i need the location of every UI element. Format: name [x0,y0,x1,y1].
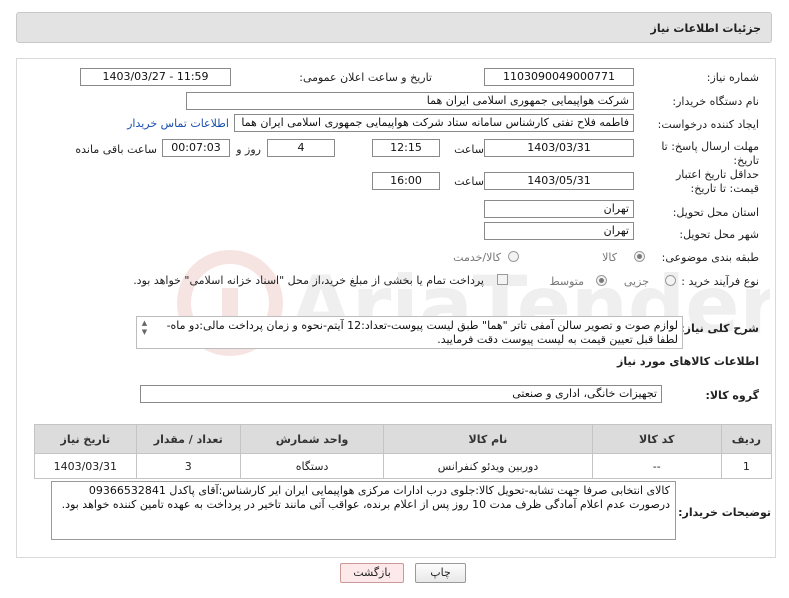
city-label: شهر محل تحویل: [679,228,759,241]
cell-need-date: 1403/03/31 [34,453,137,479]
category-label: طبقه بندی موضوعی: [661,251,759,264]
deadline-days-field: 4 [267,139,335,157]
remaining-time-field: 00:07:03 [162,139,230,157]
buyer-notes-text: کالای انتخابی صرفا جهت تشابه-تحویل کالا:… [61,484,670,511]
category-goods-service-label: کالا/خدمت [453,251,501,264]
need-number-label: شماره نیاز: [706,71,759,84]
process-minor-label: جزیی [623,275,649,288]
process-label: نوع فرآیند خرید : [681,275,759,288]
process-medium-label: متوسط [549,275,584,288]
deadline-time-label: ساعت [454,143,484,156]
buyer-org-label: نام دستگاه خریدار: [672,95,759,108]
col-unit: واحد شمارش [239,424,385,454]
buyer-org-field: شرکت هواپیمایی جمهوری اسلامی ایران هما [186,92,634,110]
cell-unit: دستگاه [239,453,385,479]
validity-time-field: 16:00 [372,172,440,190]
table-row: 1403/03/31 3 دستگاه دوربین ویدئو کنفرانس… [34,453,773,479]
category-goods-service-radio[interactable] [508,251,519,262]
category-goods-label: کالا [602,251,617,264]
city-field: تهران [484,222,634,240]
deadline-date-field: 1403/03/31 [484,139,634,157]
col-need-date: تاریخ نیاز [34,424,137,454]
col-quantity: تعداد / مقدار [135,424,241,454]
table-header-row: تاریخ نیاز تعداد / مقدار واحد شمارش نام … [34,424,773,454]
cell-row: 1 [720,453,773,479]
deadline-days-label: روز و [236,143,261,156]
cell-goods-code: -- [591,453,722,479]
cell-quantity: 3 [135,453,241,479]
goods-group-label: گروه کالا: [705,389,759,402]
category-goods-radio[interactable] [634,251,645,262]
goods-group-field: تجهیزات خانگی، اداری و صنعتی [140,385,662,403]
page-header: جزئیات اطلاعات نیاز [16,12,772,43]
general-desc-field: لوازم صوت و تصویر سالن آمفی تاتر "هما" ط… [136,316,683,349]
back-button[interactable]: بازگشت [340,563,404,583]
deadline-time-field: 12:15 [372,139,440,157]
validity-label: حداقل تاریخ اعتبار قیمت: تا تاریخ: [675,168,759,195]
validity-time-label: ساعت [454,175,484,188]
province-label: استان محل تحویل: [672,206,759,219]
scroll-arrows-icon[interactable]: ▲ ▼ [139,319,150,346]
validity-date-field: 1403/05/31 [484,172,634,190]
cell-goods-name: دوربین ویدئو کنفرانس [383,453,593,479]
goods-table: تاریخ نیاز تعداد / مقدار واحد شمارش نام … [34,424,773,479]
process-medium-radio[interactable] [596,275,607,286]
deadline-label: مهلت ارسال پاسخ: تا تاریخ: [661,140,759,167]
treasury-note: پرداخت تمام یا بخشی از مبلغ خرید،از محل … [133,274,484,287]
col-goods-code: کد کالا [591,424,722,454]
page-title: جزئیات اطلاعات نیاز [650,22,762,35]
need-number-field: 1103090049000771 [484,68,634,86]
general-desc-label: شرح کلی نیاز: [680,322,759,335]
requester-label: ایجاد کننده درخواست: [657,118,759,131]
treasury-checkbox[interactable] [497,274,508,285]
province-field: تهران [484,200,634,218]
requester-field: فاطمه فلاح تفتی کارشناس سامانه ستاد شرکت… [234,114,634,132]
process-minor-radio[interactable] [665,275,676,286]
buyer-notes-field: کالای انتخابی صرفا جهت تشابه-تحویل کالا:… [51,481,676,540]
col-row: ردیف [720,424,773,454]
announce-date-field: 1403/03/27 - 11:59 [80,68,231,86]
buyer-contact-link[interactable]: اطلاعات تماس خریدار [127,117,229,130]
col-goods-name: نام کالا [383,424,593,454]
general-desc-text: لوازم صوت و تصویر سالن آمفی تاتر "هما" ط… [166,319,678,346]
announce-date-label: تاریخ و ساعت اعلان عمومی: [299,71,432,84]
remaining-time-label: ساعت باقی مانده [75,143,157,156]
goods-section-title: اطلاعات کالاهای مورد نیاز [617,355,759,368]
buyer-notes-label: توضیحات خریدار: [678,506,771,519]
print-button[interactable]: چاپ [415,563,466,583]
